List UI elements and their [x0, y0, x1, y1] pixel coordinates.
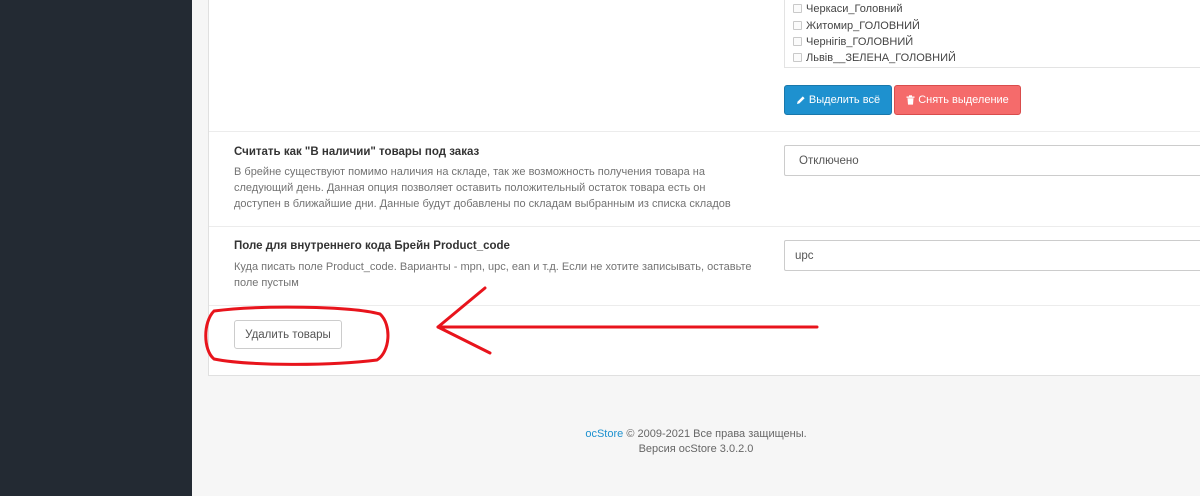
row-divider: [209, 226, 1200, 227]
row-divider: [209, 131, 1200, 132]
store-checkbox-label: Львів__ЗЕЛЕНА_ГОЛОВНИЙ: [806, 51, 956, 64]
footer-copyright: ocStore © 2009-2021 Все права защищены.: [192, 427, 1200, 442]
deselect-all-button[interactable]: Снять выделение: [894, 85, 1021, 115]
checkbox[interactable]: [793, 37, 802, 46]
store-checkbox-item[interactable]: Черкаси_Головний: [793, 0, 902, 17]
select-all-label: Выделить всё: [808, 94, 881, 106]
row-divider: [209, 305, 1200, 306]
store-checkbox-label: Житомир_ГОЛОВНИЙ: [806, 19, 920, 32]
footer-version: Версия ocStore 3.0.2.0: [638, 443, 754, 455]
footer: ocStore © 2009-2021 Все права защищены. …: [192, 427, 1200, 457]
in-stock-order-help: В брейне существуют помимо наличия на ск…: [234, 166, 731, 210]
in-stock-order-select[interactable]: Отключено: [784, 145, 1200, 176]
product-code-title: Поле для внутреннего кода Брейн Product_…: [234, 240, 510, 252]
checkbox[interactable]: [793, 53, 802, 62]
store-checkbox-list: Черкаси_Головний Житомир_ГОЛОВНИЙ Черніг…: [784, 0, 1200, 68]
checkbox[interactable]: [793, 21, 802, 30]
store-checkbox-item[interactable]: Чернігів_ГОЛОВНИЙ: [793, 33, 913, 50]
product-code-help: Куда писать поле Product_code. Варианты …: [234, 261, 752, 289]
settings-panel: Черкаси_Головний Житомир_ГОЛОВНИЙ Черніг…: [208, 0, 1200, 376]
store-checkbox-item[interactable]: Львів__ЗЕЛЕНА_ГОЛОВНИЙ: [793, 49, 956, 66]
deselect-all-label: Снять выделение: [918, 94, 1009, 106]
store-checkbox-label: Чернігів_ГОЛОВНИЙ: [806, 35, 914, 48]
trash-icon: [906, 95, 915, 105]
product-code-input[interactable]: upc: [784, 240, 1200, 271]
ocstore-link[interactable]: ocStore: [585, 428, 623, 440]
in-stock-order-title: Считать как "В наличии" товары под заказ: [234, 146, 480, 158]
store-checkbox-item[interactable]: Житомир_ГОЛОВНИЙ: [793, 17, 920, 34]
checkbox[interactable]: [793, 4, 802, 13]
pencil-icon: [796, 95, 806, 105]
footer-copyright-text: © 2009-2021 Все права защищены.: [626, 428, 807, 440]
store-checkbox-label: Черкаси_Головний: [806, 2, 903, 15]
delete-products-button[interactable]: Удалить товары: [234, 320, 342, 349]
select-all-button[interactable]: Выделить всё: [784, 85, 892, 115]
sidebar: [0, 0, 192, 496]
